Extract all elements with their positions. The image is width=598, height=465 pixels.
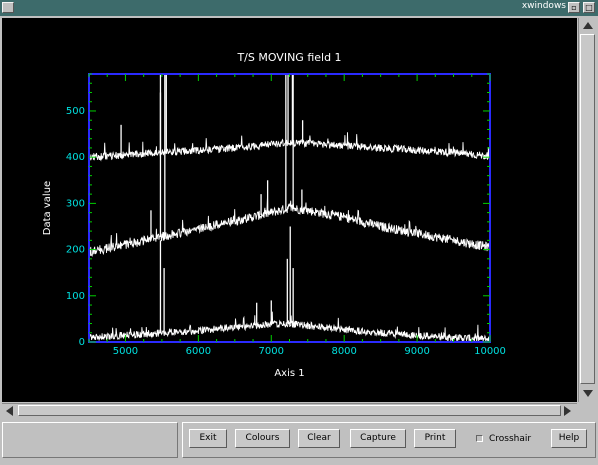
- crosshair-toggle[interactable]: Crosshair: [476, 432, 546, 446]
- x-tick-label: 6000: [186, 346, 211, 357]
- print-button[interactable]: Print: [414, 429, 456, 448]
- window-menu-icon[interactable]: [2, 2, 14, 13]
- scroll-left-arrow-icon[interactable]: [6, 406, 13, 416]
- exit-button[interactable]: Exit: [189, 429, 227, 448]
- clear-button[interactable]: Clear: [298, 429, 340, 448]
- status-panel: [2, 422, 178, 458]
- window-title-bar[interactable]: xwindows ▫ □: [0, 0, 598, 16]
- crosshair-checkbox[interactable]: [476, 435, 483, 442]
- y-tick-label: 500: [66, 106, 85, 117]
- plot-frame-border: [88, 73, 491, 343]
- help-button[interactable]: Help: [551, 429, 587, 448]
- plot-canvas[interactable]: T/S MOVING field 1Axis 1Data value5000 60…: [2, 18, 577, 402]
- y-tick-label: 300: [66, 198, 85, 209]
- vertical-scroll-thumb[interactable]: [580, 34, 595, 384]
- x-tick-label: 10000: [474, 346, 506, 357]
- capture-button[interactable]: Capture: [350, 429, 406, 448]
- y-tick-label: 0: [79, 337, 85, 348]
- y-tick-label: 100: [66, 291, 85, 302]
- minimize-icon[interactable]: ▫: [568, 2, 580, 13]
- scroll-right-arrow-icon[interactable]: [564, 406, 571, 416]
- vertical-scrollbar[interactable]: [578, 18, 596, 402]
- series-line-2: [88, 196, 491, 257]
- plot-area: T/S MOVING field 1 Axis 1 Data value 5000 60…: [2, 18, 577, 402]
- chart-title: T/S MOVING field 1: [236, 51, 341, 64]
- maximize-icon[interactable]: □: [583, 2, 595, 13]
- series-line-1: [88, 132, 491, 162]
- y-tick-label: 400: [66, 152, 85, 163]
- horizontal-scrollbar[interactable]: [2, 403, 577, 417]
- y-tick-label: 200: [66, 245, 85, 256]
- x-tick-label: 8000: [331, 346, 356, 357]
- horizontal-scroll-thumb[interactable]: [18, 405, 561, 416]
- x-tick-label: 7000: [259, 346, 284, 357]
- x-tick-label: 5000: [113, 346, 138, 357]
- series-line-3: [88, 311, 491, 343]
- x-tick-label: 9000: [404, 346, 429, 357]
- colours-button[interactable]: Colours: [235, 429, 290, 448]
- x-axis-label: Axis 1: [274, 368, 304, 379]
- crosshair-label: Crosshair: [489, 434, 532, 444]
- window-title: xwindows: [521, 1, 566, 11]
- y-axis-label: Data value: [42, 181, 53, 235]
- scroll-down-arrow-icon[interactable]: [583, 390, 593, 397]
- scroll-up-arrow-icon[interactable]: [583, 22, 593, 29]
